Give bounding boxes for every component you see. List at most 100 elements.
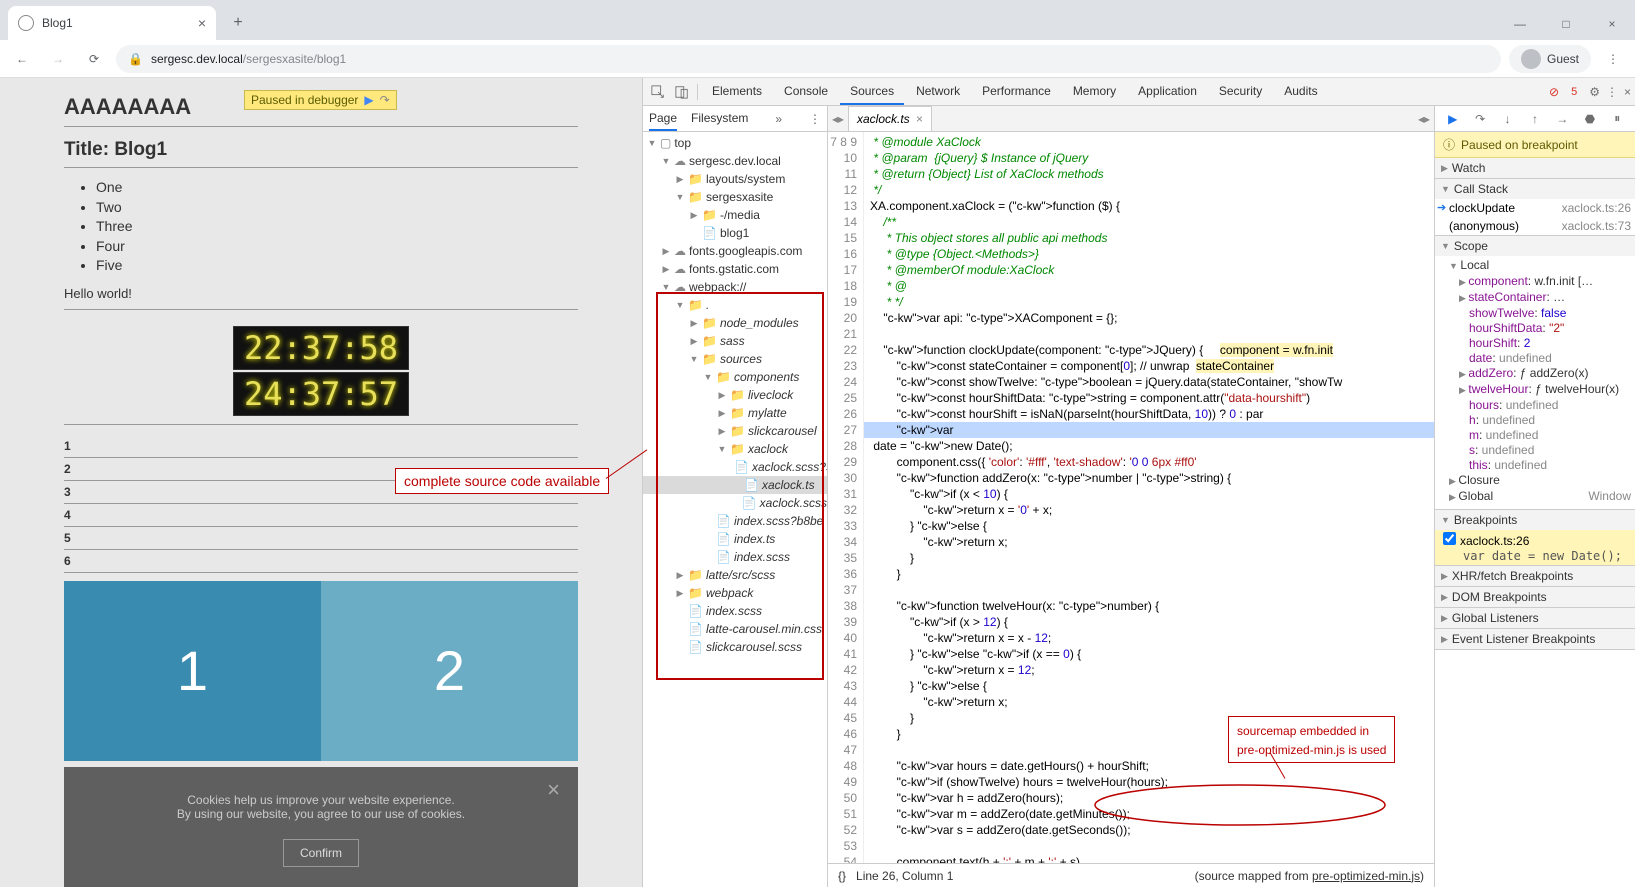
section-callstack[interactable]: ▼Call Stack [1435, 179, 1635, 199]
minimize-button[interactable]: — [1497, 8, 1543, 40]
browser-tab[interactable]: Blog1 × [8, 6, 216, 40]
tree-row[interactable]: 📁webpack [643, 584, 827, 602]
section-listeners[interactable]: ▶Global Listeners [1435, 608, 1635, 628]
tab-security[interactable]: Security [1209, 78, 1272, 105]
editor-tab[interactable]: xaclock.ts × [848, 106, 932, 131]
stack-frame[interactable]: clockUpdatexaclock.ts:26 [1435, 199, 1635, 217]
scope-variable[interactable]: this: undefined [1459, 458, 1631, 473]
scope-variable[interactable]: ▶ addZero: ƒ addZero(x) [1459, 366, 1631, 382]
tree-row[interactable]: 📁sergesxasite [643, 188, 827, 206]
scope-variable[interactable]: m: undefined [1459, 428, 1631, 443]
tree-row[interactable]: 📄xaclock.scss [643, 494, 827, 512]
tree-row[interactable]: 📄slickcarousel.scss [643, 638, 827, 656]
scope-global[interactable]: ▶ GlobalWindow [1449, 489, 1631, 505]
tree-row[interactable]: 📄latte-carousel.min.css [643, 620, 827, 638]
breakpoint-checkbox[interactable] [1443, 532, 1456, 545]
reload-button[interactable]: ⟳ [80, 45, 108, 73]
tree-row[interactable]: 📁liveclock [643, 386, 827, 404]
maximize-button[interactable]: □ [1543, 8, 1589, 40]
tree-row[interactable]: 📄xaclock.ts [643, 476, 827, 494]
scope-variable[interactable]: s: undefined [1459, 443, 1631, 458]
tree-row[interactable]: 📄blog1 [643, 224, 827, 242]
pretty-print-icon[interactable]: {} [838, 869, 846, 883]
back-button[interactable]: ← [8, 45, 36, 73]
tree-row[interactable]: 📁xaclock [643, 440, 827, 458]
tree-row[interactable]: 📁sass [643, 332, 827, 350]
section-watch[interactable]: ▶Watch [1435, 158, 1635, 178]
section-scope[interactable]: ▼Scope [1435, 236, 1635, 256]
sourcemap-info[interactable]: (source mapped from pre-optimized-min.js… [1195, 869, 1424, 883]
step-into-button[interactable]: ↓ [1499, 112, 1517, 126]
error-count[interactable]: 5 [1565, 86, 1583, 98]
scope-variable[interactable]: showTwelve: false [1459, 306, 1631, 321]
show-navigator-icon[interactable]: ◂▸ [828, 112, 848, 126]
scope-variable[interactable]: ▶ component: w.fn.init [… [1459, 274, 1631, 290]
tree-row[interactable]: 📄xaclock.scss?5b11 [643, 458, 827, 476]
inspect-element-icon[interactable] [647, 81, 669, 103]
more-icon[interactable]: ⋮ [1606, 85, 1618, 99]
tab-audits[interactable]: Audits [1274, 78, 1327, 105]
tree-row[interactable]: 📄index.scss [643, 548, 827, 566]
tree-row[interactable]: 📁layouts/system [643, 170, 827, 188]
close-icon[interactable]: × [547, 777, 560, 803]
url-input[interactable]: 🔒 sergesc.dev.local/sergesxasite/blog1 [116, 45, 1501, 73]
close-devtools-icon[interactable]: × [1624, 85, 1631, 99]
tree-row[interactable]: 📁-/media [643, 206, 827, 224]
menu-button[interactable]: ⋮ [1599, 45, 1627, 73]
file-tree[interactable]: ▢top☁sergesc.dev.local📁layouts/system📁se… [643, 132, 827, 887]
device-toolbar-icon[interactable] [671, 81, 693, 103]
tree-row[interactable]: 📄index.scss [643, 602, 827, 620]
stack-frame[interactable]: (anonymous)xaclock.ts:73 [1435, 217, 1635, 235]
deactivate-breakpoints-button[interactable]: ⬣ [1581, 112, 1599, 126]
tab-elements[interactable]: Elements [702, 78, 772, 105]
resume-button[interactable]: ▶ [1444, 112, 1462, 126]
confirm-button[interactable]: Confirm [283, 839, 359, 867]
scope-variable[interactable]: hours: undefined [1459, 398, 1631, 413]
breakpoint-row[interactable]: xaclock.ts:26 var date = new Date(); [1435, 530, 1635, 565]
new-tab-button[interactable]: + [224, 9, 252, 37]
tab-application[interactable]: Application [1128, 78, 1207, 105]
tree-row[interactable]: 📁latte/src/scss [643, 566, 827, 584]
close-icon[interactable]: × [198, 15, 206, 31]
error-icon[interactable]: ⊘ [1549, 85, 1559, 99]
step-icon[interactable]: ↷ [380, 93, 390, 107]
tree-row[interactable]: 📁mylatte [643, 404, 827, 422]
nav-tab-page[interactable]: Page [649, 106, 677, 131]
pause-exceptions-button[interactable]: ⏸ [1608, 111, 1626, 126]
tree-row[interactable]: 📁sources [643, 350, 827, 368]
scope-local-header[interactable]: ▼ Local [1449, 258, 1631, 274]
forward-button[interactable]: → [44, 45, 72, 73]
tree-row[interactable]: ☁sergesc.dev.local [643, 152, 827, 170]
chevron-right-icon[interactable]: » [775, 112, 782, 126]
tree-row[interactable]: ☁fonts.gstatic.com [643, 260, 827, 278]
section-xhr[interactable]: ▶XHR/fetch Breakpoints [1435, 566, 1635, 586]
scope-variable[interactable]: hourShift: 2 [1459, 336, 1631, 351]
tree-row[interactable]: ☁fonts.googleapis.com [643, 242, 827, 260]
scope-variable[interactable]: ▶ twelveHour: ƒ twelveHour(x) [1459, 382, 1631, 398]
scope-variable[interactable]: hourShiftData: "2" [1459, 321, 1631, 336]
resume-icon[interactable]: ▶ [364, 93, 373, 107]
tab-memory[interactable]: Memory [1063, 78, 1126, 105]
tab-sources[interactable]: Sources [840, 78, 904, 105]
tree-row[interactable]: 📄index.ts [643, 530, 827, 548]
carousel-tile-2[interactable]: 2 [321, 581, 578, 761]
tree-row[interactable]: 📁slickcarousel [643, 422, 827, 440]
tree-row[interactable]: 📁components [643, 368, 827, 386]
show-debugger-icon[interactable]: ◂▸ [1414, 112, 1434, 126]
step-over-button[interactable]: ↷ [1471, 112, 1489, 126]
profile-button[interactable]: Guest [1509, 45, 1591, 73]
tab-console[interactable]: Console [774, 78, 838, 105]
more-icon[interactable]: ⋮ [809, 112, 821, 126]
scope-variable[interactable]: h: undefined [1459, 413, 1631, 428]
tree-row[interactable]: ▢top [643, 134, 827, 152]
close-icon[interactable]: × [916, 112, 923, 126]
scope-closure[interactable]: ▶ Closure [1449, 473, 1631, 489]
tree-row[interactable]: 📁node_modules [643, 314, 827, 332]
tree-row[interactable]: 📄index.scss?b8be [643, 512, 827, 530]
tab-performance[interactable]: Performance [972, 78, 1061, 105]
section-event[interactable]: ▶Event Listener Breakpoints [1435, 629, 1635, 649]
scope-variable[interactable]: ▶ stateContainer: … [1459, 290, 1631, 306]
scope-variable[interactable]: date: undefined [1459, 351, 1631, 366]
section-dom[interactable]: ▶DOM Breakpoints [1435, 587, 1635, 607]
settings-icon[interactable]: ⚙ [1589, 85, 1600, 99]
